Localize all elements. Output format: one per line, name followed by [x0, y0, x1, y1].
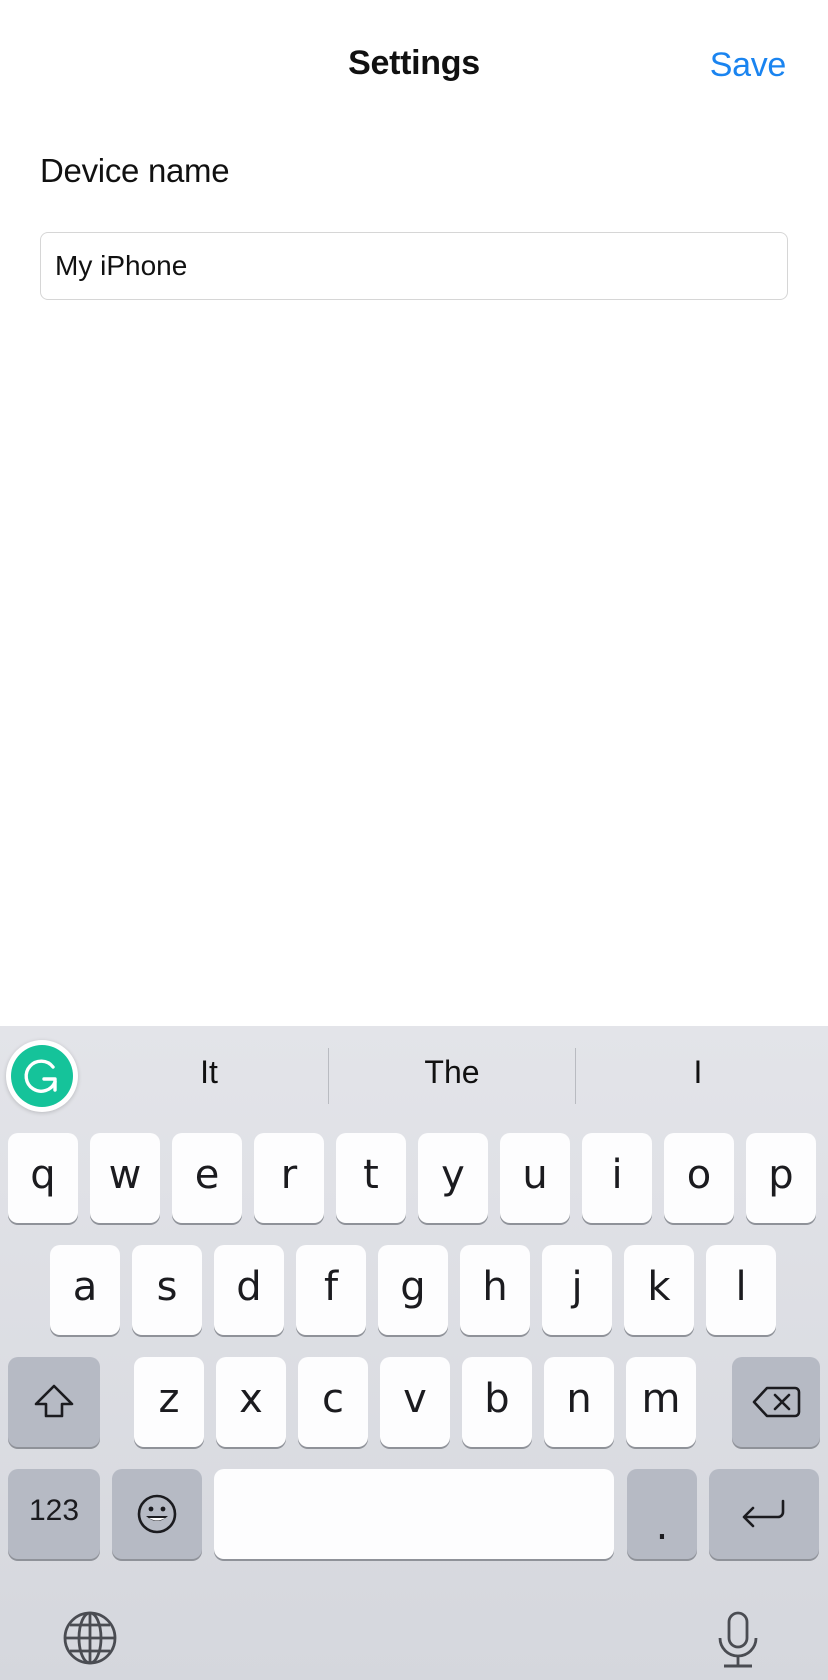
- key-g[interactable]: g: [378, 1245, 448, 1335]
- key-y[interactable]: y: [418, 1133, 488, 1223]
- page-title: Settings: [348, 44, 480, 82]
- key-label: u: [522, 1152, 548, 1198]
- suggestion-divider: [328, 1048, 329, 1104]
- period-key-label: .: [655, 1503, 669, 1549]
- period-key[interactable]: .: [627, 1469, 697, 1559]
- key-w[interactable]: w: [90, 1133, 160, 1223]
- key-x[interactable]: x: [216, 1357, 286, 1447]
- emoji-key[interactable]: [112, 1469, 202, 1559]
- key-c[interactable]: c: [298, 1357, 368, 1447]
- key-n[interactable]: n: [544, 1357, 614, 1447]
- key-a[interactable]: a: [50, 1245, 120, 1335]
- key-label: m: [641, 1376, 681, 1422]
- key-p[interactable]: p: [746, 1133, 816, 1223]
- key-label: e: [194, 1152, 220, 1198]
- key-label: g: [400, 1264, 426, 1310]
- key-label: v: [403, 1376, 427, 1422]
- emoji-smiley-icon: [137, 1494, 177, 1534]
- key-r[interactable]: r: [254, 1133, 324, 1223]
- key-label: d: [236, 1264, 262, 1310]
- space-key[interactable]: [214, 1469, 614, 1559]
- globe-icon: [63, 1611, 117, 1665]
- suggestion-item[interactable]: The: [330, 1042, 574, 1102]
- key-i[interactable]: i: [582, 1133, 652, 1223]
- key-b[interactable]: b: [462, 1357, 532, 1447]
- key-label: l: [735, 1264, 747, 1310]
- globe-button[interactable]: [62, 1610, 118, 1671]
- key-label: a: [72, 1264, 98, 1310]
- device-name-label: Device name: [40, 152, 230, 189]
- key-label: w: [108, 1152, 142, 1198]
- key-o[interactable]: o: [664, 1133, 734, 1223]
- key-label: j: [571, 1264, 583, 1310]
- numbers-key-label: 123: [28, 1494, 80, 1527]
- key-label: h: [482, 1264, 508, 1310]
- key-e[interactable]: e: [172, 1133, 242, 1223]
- key-k[interactable]: k: [624, 1245, 694, 1335]
- key-label: r: [280, 1152, 298, 1198]
- key-z[interactable]: z: [134, 1357, 204, 1447]
- grammarly-button[interactable]: [6, 1040, 78, 1112]
- shift-key[interactable]: [8, 1357, 100, 1447]
- key-label: y: [441, 1152, 465, 1198]
- key-m[interactable]: m: [626, 1357, 696, 1447]
- key-label: z: [158, 1376, 180, 1422]
- return-key[interactable]: [709, 1469, 819, 1559]
- key-label: x: [239, 1376, 263, 1422]
- key-label: b: [484, 1376, 510, 1422]
- suggestion-item[interactable]: It: [90, 1042, 328, 1102]
- key-label: o: [686, 1152, 712, 1198]
- keyboard: It The I q w e r t y u i o p a s d f g h j k l z x c v b n m 12…: [0, 1026, 828, 1680]
- save-button[interactable]: Save: [710, 46, 787, 85]
- key-label: f: [323, 1264, 339, 1310]
- key-q[interactable]: q: [8, 1133, 78, 1223]
- microphone-icon: [718, 1611, 758, 1668]
- key-label: k: [647, 1264, 671, 1310]
- shift-arrow-icon: [34, 1384, 74, 1418]
- key-f[interactable]: f: [296, 1245, 366, 1335]
- key-u[interactable]: u: [500, 1133, 570, 1223]
- key-v[interactable]: v: [380, 1357, 450, 1447]
- delete-key[interactable]: [732, 1357, 820, 1447]
- numbers-key[interactable]: 123: [8, 1469, 100, 1559]
- device-name-input[interactable]: [40, 232, 788, 300]
- key-label: n: [566, 1376, 592, 1422]
- key-label: s: [156, 1264, 178, 1310]
- key-d[interactable]: d: [214, 1245, 284, 1335]
- key-j[interactable]: j: [542, 1245, 612, 1335]
- return-arrow-icon: [742, 1499, 785, 1528]
- key-label: t: [363, 1152, 379, 1198]
- microphone-button[interactable]: [716, 1610, 760, 1675]
- key-label: i: [611, 1152, 623, 1198]
- key-label: c: [322, 1376, 344, 1422]
- suggestion-item[interactable]: I: [576, 1042, 820, 1102]
- key-l[interactable]: l: [706, 1245, 776, 1335]
- grammarly-g-icon: [24, 1059, 57, 1093]
- key-label: p: [768, 1152, 794, 1198]
- key-s[interactable]: s: [132, 1245, 202, 1335]
- key-t[interactable]: t: [336, 1133, 406, 1223]
- backspace-icon: [752, 1386, 801, 1418]
- key-label: q: [30, 1152, 56, 1198]
- key-h[interactable]: h: [460, 1245, 530, 1335]
- suggestion-bar: It The I: [0, 1026, 828, 1124]
